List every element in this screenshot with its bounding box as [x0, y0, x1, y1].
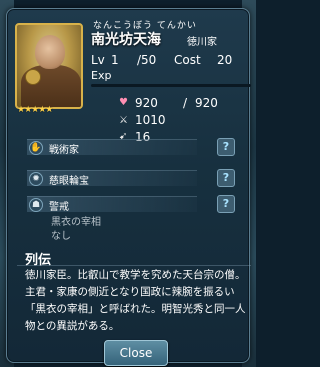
cost-value: 20	[217, 53, 233, 67]
medal-icon	[25, 69, 41, 85]
officer-portrait	[15, 23, 83, 109]
close-button[interactable]: Close	[104, 340, 168, 366]
skill-row-vigilance[interactable]: ☗ 警戒	[27, 196, 197, 213]
clan-name: 徳川家	[187, 37, 217, 48]
sword-icon: ⚔	[119, 115, 128, 126]
officer-name: 南光坊天海	[91, 32, 161, 48]
skill-label: 警戒	[49, 202, 69, 213]
bio-text: 徳川家臣。比叡山で教学を究めた天台宗の僧。主君・家康の側近となり国政に辣腕を振る…	[25, 269, 246, 332]
rarity-stars: ★★★★★	[17, 105, 53, 115]
exp-label: Exp	[91, 69, 112, 82]
person-icon: ☗	[29, 198, 43, 212]
hp-value: 920	[135, 96, 158, 110]
level-value: 1	[111, 53, 119, 67]
sub-skill-item: 黒衣の宰相	[51, 217, 101, 228]
skill-row-jigen-rinpo[interactable]: ✹ 慈眼輪宝	[27, 170, 197, 187]
skill-row-tactician[interactable]: ✋ 戦術家	[27, 139, 197, 156]
cost-label: Cost	[174, 53, 201, 67]
hp-separator: /	[183, 96, 188, 110]
sub-skill-item: なし	[51, 231, 71, 242]
skill-label: 戦術家	[49, 145, 79, 156]
attack-value: 1010	[135, 113, 166, 127]
hp-max: 920	[195, 96, 218, 110]
heart-icon: ♥	[119, 97, 128, 108]
skill-label: 慈眼輪宝	[49, 176, 89, 187]
skill-help-button[interactable]: ?	[217, 138, 235, 156]
exp-bar	[91, 84, 251, 87]
skill-help-button[interactable]: ?	[217, 169, 235, 187]
skill-help-button[interactable]: ?	[217, 195, 235, 213]
bio-divider	[17, 265, 251, 266]
hand-icon: ✋	[29, 141, 43, 155]
gear-icon: ✹	[29, 172, 43, 186]
level-max: /50	[137, 53, 157, 67]
level-label: Lv	[91, 53, 105, 67]
officer-detail-panel: ★★★★★ なんこうぼう てんかい 南光坊天海 徳川家 Lv 1 /50 Cos…	[6, 8, 251, 366]
